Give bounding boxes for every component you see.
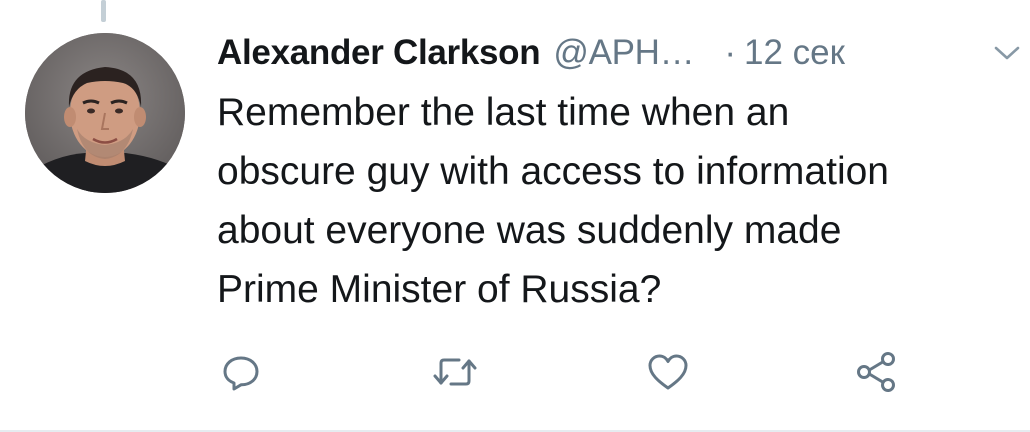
- tweet-card[interactable]: Alexander Clarkson @APH… · 12 сек Rememb…: [0, 0, 1030, 432]
- share-button[interactable]: [851, 347, 901, 397]
- tweet-text-line: Remember the last time when an: [217, 91, 790, 134]
- avatar[interactable]: [25, 33, 185, 193]
- author-handle[interactable]: @APH…: [553, 33, 694, 73]
- share-nodes-icon: [857, 352, 895, 392]
- tweet-text: Remember the last time when an obscure g…: [217, 83, 1017, 319]
- tweet-text-line: Prime Minister of Russia?: [217, 268, 662, 311]
- tweet-menu-button[interactable]: [993, 43, 1021, 63]
- tweet-text-line: about everyone was suddenly made: [217, 209, 842, 252]
- like-button[interactable]: [643, 347, 693, 397]
- header-separator: ·: [724, 33, 736, 72]
- retweet-arrows-icon: [433, 358, 477, 386]
- heart-icon: [648, 354, 688, 390]
- comment-bubble-icon: [223, 356, 259, 391]
- reply-button[interactable]: [216, 347, 266, 397]
- profile-photo-icon: [25, 33, 185, 193]
- tweet-text-line: obscure guy with access to information: [217, 150, 889, 193]
- tweet-timestamp[interactable]: 12 сек: [744, 33, 845, 73]
- chevron-down-icon: [994, 46, 1020, 60]
- tweet-header: Alexander Clarkson @APH… · 12 сек: [217, 28, 845, 78]
- thread-connector-line: [101, 0, 106, 22]
- author-display-name[interactable]: Alexander Clarkson: [217, 33, 541, 73]
- retweet-button[interactable]: [430, 347, 480, 397]
